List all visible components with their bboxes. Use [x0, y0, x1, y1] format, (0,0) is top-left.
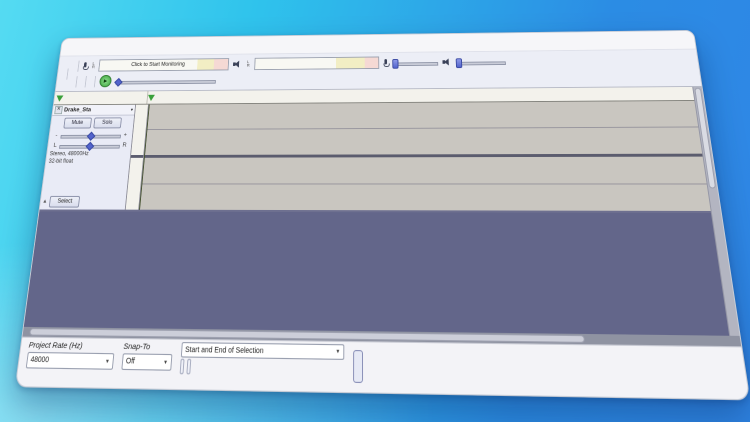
project-rate-label: Project Rate (Hz): [28, 340, 115, 352]
playback-meter[interactable]: [254, 57, 379, 71]
waveform-area[interactable]: [139, 101, 711, 211]
record-meter-mic-icon[interactable]: [83, 62, 88, 70]
toolbar-separator: [77, 60, 79, 71]
project-rate-select[interactable]: 48000▼: [26, 352, 115, 370]
chevron-down-icon: ▼: [163, 359, 168, 366]
track-select-button[interactable]: Select: [49, 196, 80, 208]
waveform-channel-right[interactable]: [139, 156, 711, 211]
pan-right-label: R: [122, 142, 126, 149]
chevron-down-icon: ▼: [335, 349, 340, 356]
timeline-stub: [54, 91, 149, 104]
empty-track-area[interactable]: [24, 211, 729, 335]
mute-button[interactable]: Mute: [63, 118, 92, 129]
track-name[interactable]: Drake_Sta: [64, 107, 130, 114]
play-cursor-triangle[interactable]: [147, 95, 154, 101]
track-close-button[interactable]: ×: [54, 106, 63, 114]
playback-meter-lr-label: LR: [247, 60, 250, 68]
gain-min-label: -: [54, 132, 58, 138]
play-at-speed-button[interactable]: [99, 75, 112, 87]
selection-toolbar: Project Rate (Hz) 48000▼ Snap-To Off▼ St…: [16, 337, 749, 400]
toolbar-separator: [75, 76, 77, 87]
gain-slider[interactable]: [60, 130, 121, 140]
audio-position-display[interactable]: [353, 350, 363, 383]
track-format-line2: 32-bit float: [48, 158, 127, 165]
output-volume-speaker-icon: [442, 58, 451, 66]
record-meter-lr-label: LR: [92, 62, 96, 70]
selection-mode-select[interactable]: Start and End of Selection▼: [181, 342, 345, 360]
track-control-panel: × Drake_Sta ▾ Mute Solo - + L: [40, 105, 136, 210]
selection-end-field[interactable]: [186, 359, 191, 375]
output-volume-slider[interactable]: [455, 57, 505, 67]
audio-track: × Drake_Sta ▾ Mute Solo - + L: [39, 101, 711, 213]
selection-start-field[interactable]: [180, 359, 185, 375]
snap-to-select[interactable]: Off▼: [121, 353, 172, 370]
gain-max-label: +: [123, 132, 127, 138]
input-volume-mic-icon: [383, 59, 387, 67]
recording-meter[interactable]: Click to Start Monitoring: [98, 58, 229, 71]
monitoring-overlay[interactable]: Click to Start Monitoring: [118, 59, 197, 70]
waveform-channel-left[interactable]: [144, 101, 702, 155]
pan-left-label: L: [53, 142, 57, 148]
playback-meter-speaker-icon[interactable]: [233, 60, 242, 68]
toolbar: LR Click to Start Monitoring LR: [56, 49, 702, 92]
audacity-window: LR Click to Start Monitoring LR: [15, 30, 750, 400]
input-volume-slider[interactable]: [392, 57, 438, 67]
chevron-down-icon: ▼: [105, 358, 110, 365]
toolbar-separator: [94, 76, 96, 87]
track-menu-caret-icon[interactable]: ▾: [131, 107, 134, 112]
pan-slider[interactable]: [59, 140, 121, 150]
solo-button[interactable]: Solo: [93, 117, 122, 128]
snap-to-label: Snap-To: [123, 341, 173, 353]
timeline-pin-triangle[interactable]: [56, 95, 64, 101]
play-speed-slider[interactable]: [115, 75, 216, 86]
toolbar-separator: [85, 76, 87, 87]
track-collapse-icon[interactable]: ▲: [42, 199, 48, 205]
toolbar-separator: [66, 68, 68, 79]
